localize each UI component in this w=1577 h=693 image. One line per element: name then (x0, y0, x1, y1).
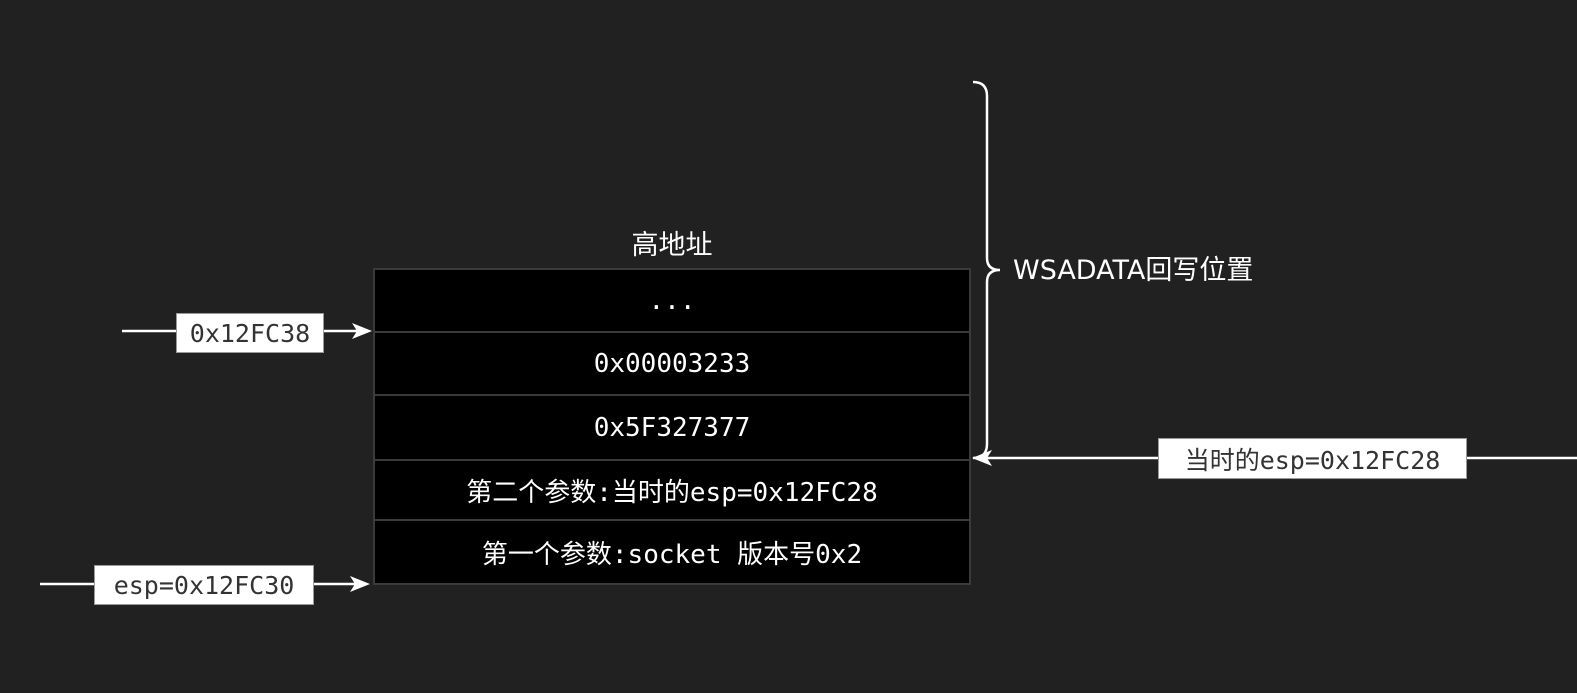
brace-label: WSADATA回写位置 (1013, 255, 1254, 286)
stack-diagram: 高地址 ... 0x00003233 0x5F327377 第二个参数:当时的e… (0, 0, 1577, 693)
stack-title: 高地址 (631, 230, 713, 261)
memory-stack: ... 0x00003233 0x5F327377 第二个参数:当时的esp=0… (373, 268, 971, 585)
stack-cell-ellipsis: ... (373, 268, 971, 333)
stack-cell-first-param: 第一个参数:socket 版本号0x2 (373, 519, 971, 585)
stack-cell-value-2: 0x5F327377 (373, 394, 971, 461)
pointer-label-right: 当时的esp=0x12FC28 (1158, 438, 1467, 479)
pointer-label-bottom-left: esp=0x12FC30 (94, 565, 314, 605)
pointer-label-top-left: 0x12FC38 (176, 313, 324, 353)
curly-brace (972, 80, 1001, 460)
stack-cell-value-1: 0x00003233 (373, 331, 971, 396)
stack-cell-second-param: 第二个参数:当时的esp=0x12FC28 (373, 459, 971, 521)
